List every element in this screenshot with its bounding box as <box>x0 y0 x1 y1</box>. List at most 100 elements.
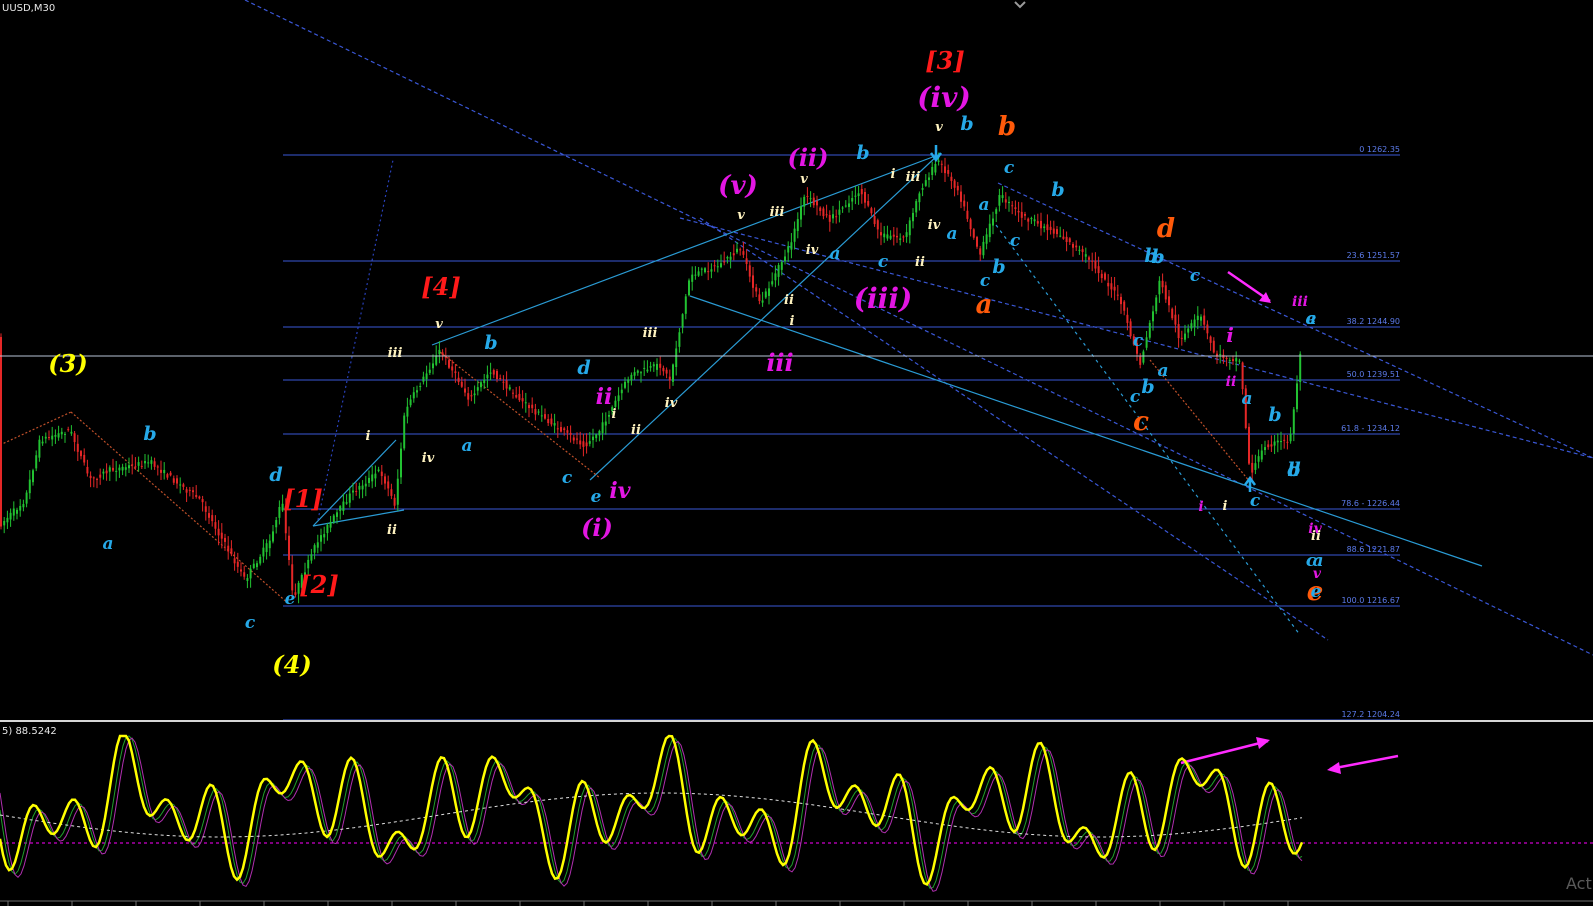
wave-label: ii <box>596 384 613 410</box>
wave-label: c <box>1130 387 1141 407</box>
wave-label: a <box>829 244 840 264</box>
candle-body <box>707 271 710 273</box>
candle-body <box>70 431 73 434</box>
candle-body <box>419 385 422 388</box>
wave-label: b <box>1268 404 1281 426</box>
wave-label: c <box>1004 158 1015 178</box>
candle-body <box>1267 444 1270 448</box>
candle-body <box>211 515 214 522</box>
candle-body <box>633 372 636 376</box>
candle-body <box>739 249 742 251</box>
candle-body <box>112 467 114 471</box>
wave-label: b <box>1141 376 1154 398</box>
candle-body <box>1171 308 1174 319</box>
fib-level-label: 0 1262.35 <box>1359 145 1400 154</box>
candle-body <box>1088 257 1090 260</box>
candle-body <box>963 200 966 207</box>
candle-body <box>502 381 505 383</box>
wave-label: (iii) <box>854 282 912 315</box>
candle-body <box>1020 211 1023 218</box>
candle-body <box>816 200 818 206</box>
candle-body <box>1123 301 1126 311</box>
wave-label: ii <box>915 255 925 270</box>
wave-label: iii <box>388 346 403 361</box>
candle-body <box>108 467 111 472</box>
candle-body <box>1264 447 1266 451</box>
candle-body <box>1104 273 1106 280</box>
candle-body <box>601 422 604 434</box>
candle-body <box>678 332 681 347</box>
wave-label: ii <box>387 523 397 538</box>
candle-body <box>358 485 361 490</box>
candle-body <box>579 440 582 445</box>
wave-label: d <box>1157 214 1175 244</box>
candle-body <box>838 209 841 215</box>
activate-watermark: Act <box>1566 874 1592 893</box>
candle-body <box>950 176 953 181</box>
candle-body <box>460 381 463 387</box>
candle-body <box>1152 311 1154 322</box>
candle-body <box>864 191 866 203</box>
candle-body <box>1196 315 1199 321</box>
candle-body <box>1049 226 1052 230</box>
candle-body <box>409 399 412 406</box>
wave-label: iii <box>906 170 921 185</box>
candle-body <box>505 380 508 389</box>
candle-body <box>259 556 262 564</box>
candle-body <box>905 232 908 237</box>
candle-body <box>188 489 191 491</box>
wave-label: a <box>102 534 113 554</box>
candle-body <box>1289 434 1292 442</box>
candle-body <box>102 471 105 474</box>
candle-body <box>332 515 335 523</box>
candle-body <box>233 558 236 564</box>
candle-body <box>598 430 601 436</box>
candle-body <box>755 287 758 292</box>
candle-body <box>60 431 63 435</box>
candle-body <box>556 428 559 430</box>
candle-body <box>128 465 130 469</box>
candle-body <box>1059 235 1062 237</box>
candle-body <box>528 405 530 409</box>
candle-body <box>124 467 127 470</box>
candle-body <box>675 348 678 368</box>
candle-body <box>646 369 649 372</box>
candle-body <box>425 373 428 380</box>
candle-body <box>604 421 607 426</box>
candle-body <box>342 501 345 511</box>
candle-body <box>1008 201 1010 204</box>
candle-body <box>1068 238 1071 243</box>
candle-body <box>336 512 338 517</box>
wave-label: c <box>1133 331 1144 351</box>
wave-label: iv <box>609 478 630 504</box>
candle-body <box>544 414 546 419</box>
candle-body <box>483 379 486 384</box>
candle-body <box>35 455 38 469</box>
candle-body <box>876 220 879 230</box>
candle-body <box>752 275 754 288</box>
candle-body <box>1072 243 1074 248</box>
wave-label: c <box>562 468 573 488</box>
candle-body <box>1299 353 1302 382</box>
candle-body <box>1126 314 1129 323</box>
candle-body <box>265 543 268 553</box>
candle-body <box>976 237 978 247</box>
candle-body <box>217 528 220 536</box>
candle-body <box>99 474 102 478</box>
wave-label: i <box>790 314 795 329</box>
candle-body <box>745 258 748 265</box>
candle-body <box>691 274 694 282</box>
candle-body <box>1052 228 1055 234</box>
wave-label: iii <box>770 205 785 220</box>
candle-body <box>588 441 591 444</box>
price-chart[interactable]: UUSD,M30 0 1262.35 23.6 1251.57 38.2 1244.… <box>0 0 1593 906</box>
fib-level-label: 23.6 1251.57 <box>1347 251 1400 260</box>
candle-body <box>185 489 188 493</box>
candle-body <box>870 208 873 214</box>
candle-body <box>569 432 572 435</box>
candle-body <box>912 212 914 222</box>
candle-body <box>467 393 470 400</box>
candle-body <box>560 427 562 432</box>
candle-body <box>201 499 204 503</box>
candle-body <box>630 374 633 381</box>
